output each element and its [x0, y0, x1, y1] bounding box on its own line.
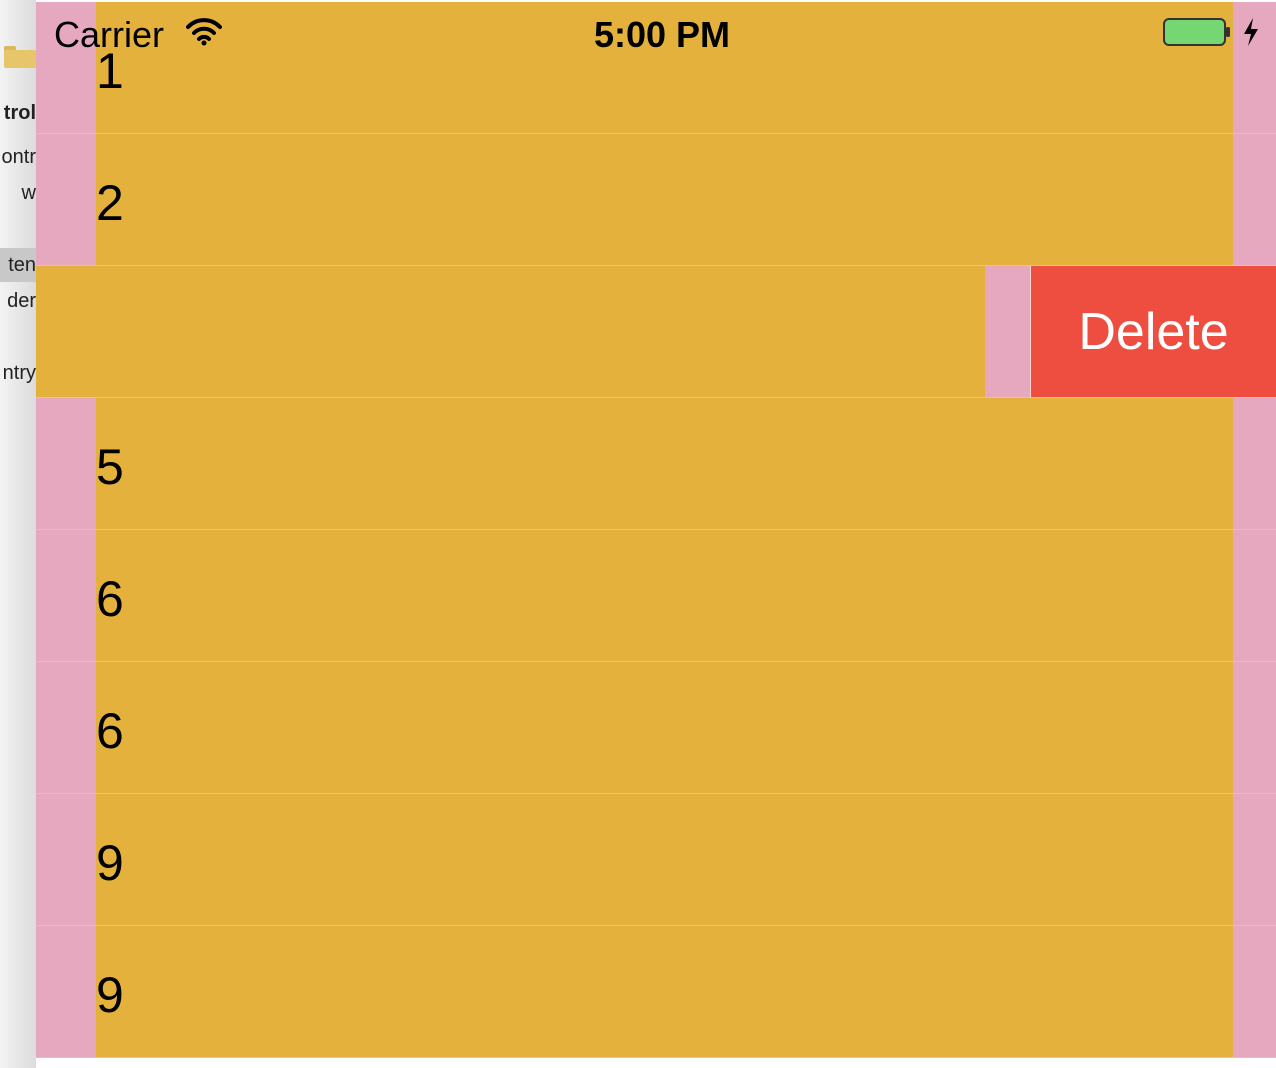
- sidebar-fragment: w: [21, 182, 36, 204]
- cell-content: [96, 134, 1233, 265]
- delete-button[interactable]: Delete: [1030, 266, 1276, 397]
- cell-content: [96, 794, 1233, 925]
- sidebar-fragment: trol: [3, 102, 36, 124]
- row-label: 6: [96, 571, 124, 627]
- sidebar-fragment: ntry: [2, 362, 36, 384]
- sidebar-fragment: ten: [8, 254, 36, 276]
- table-row[interactable]: 5: [36, 398, 1276, 529]
- table-row[interactable]: 2: [36, 134, 1276, 265]
- table-row[interactable]: 9: [36, 794, 1276, 925]
- row-label: 2: [96, 175, 124, 231]
- row-label: 9: [96, 835, 124, 891]
- cell-content: [96, 530, 1233, 661]
- cell-content: [36, 266, 985, 397]
- row-label: 5: [96, 439, 124, 495]
- row-label: 9: [96, 967, 124, 1023]
- table-row[interactable]: 6: [36, 662, 1276, 793]
- simulator-screen: 1 2 Delete 5 6 6 9 9 Carrier 5:00 PM: [36, 0, 1276, 1058]
- sidebar-fragment: der: [7, 290, 36, 312]
- cell-inset: [985, 266, 1030, 397]
- table-row[interactable]: 1: [36, 2, 1276, 133]
- row-label: 6: [96, 703, 124, 759]
- row-label: 1: [96, 43, 124, 99]
- cell-content: [96, 662, 1233, 793]
- table-row[interactable]: 9: [36, 926, 1276, 1057]
- background-sidebar: trol ontr w ten der ntry: [0, 0, 36, 1068]
- table-row[interactable]: 6: [36, 530, 1276, 661]
- folder-icon: [4, 46, 36, 68]
- cell-content: [96, 2, 1233, 133]
- row-separator: [36, 1057, 1276, 1058]
- sidebar-fragment: ontr: [1, 146, 36, 168]
- cell-content: [96, 398, 1233, 529]
- cell-content: [96, 926, 1233, 1057]
- table-row-swiped[interactable]: Delete: [36, 266, 1276, 397]
